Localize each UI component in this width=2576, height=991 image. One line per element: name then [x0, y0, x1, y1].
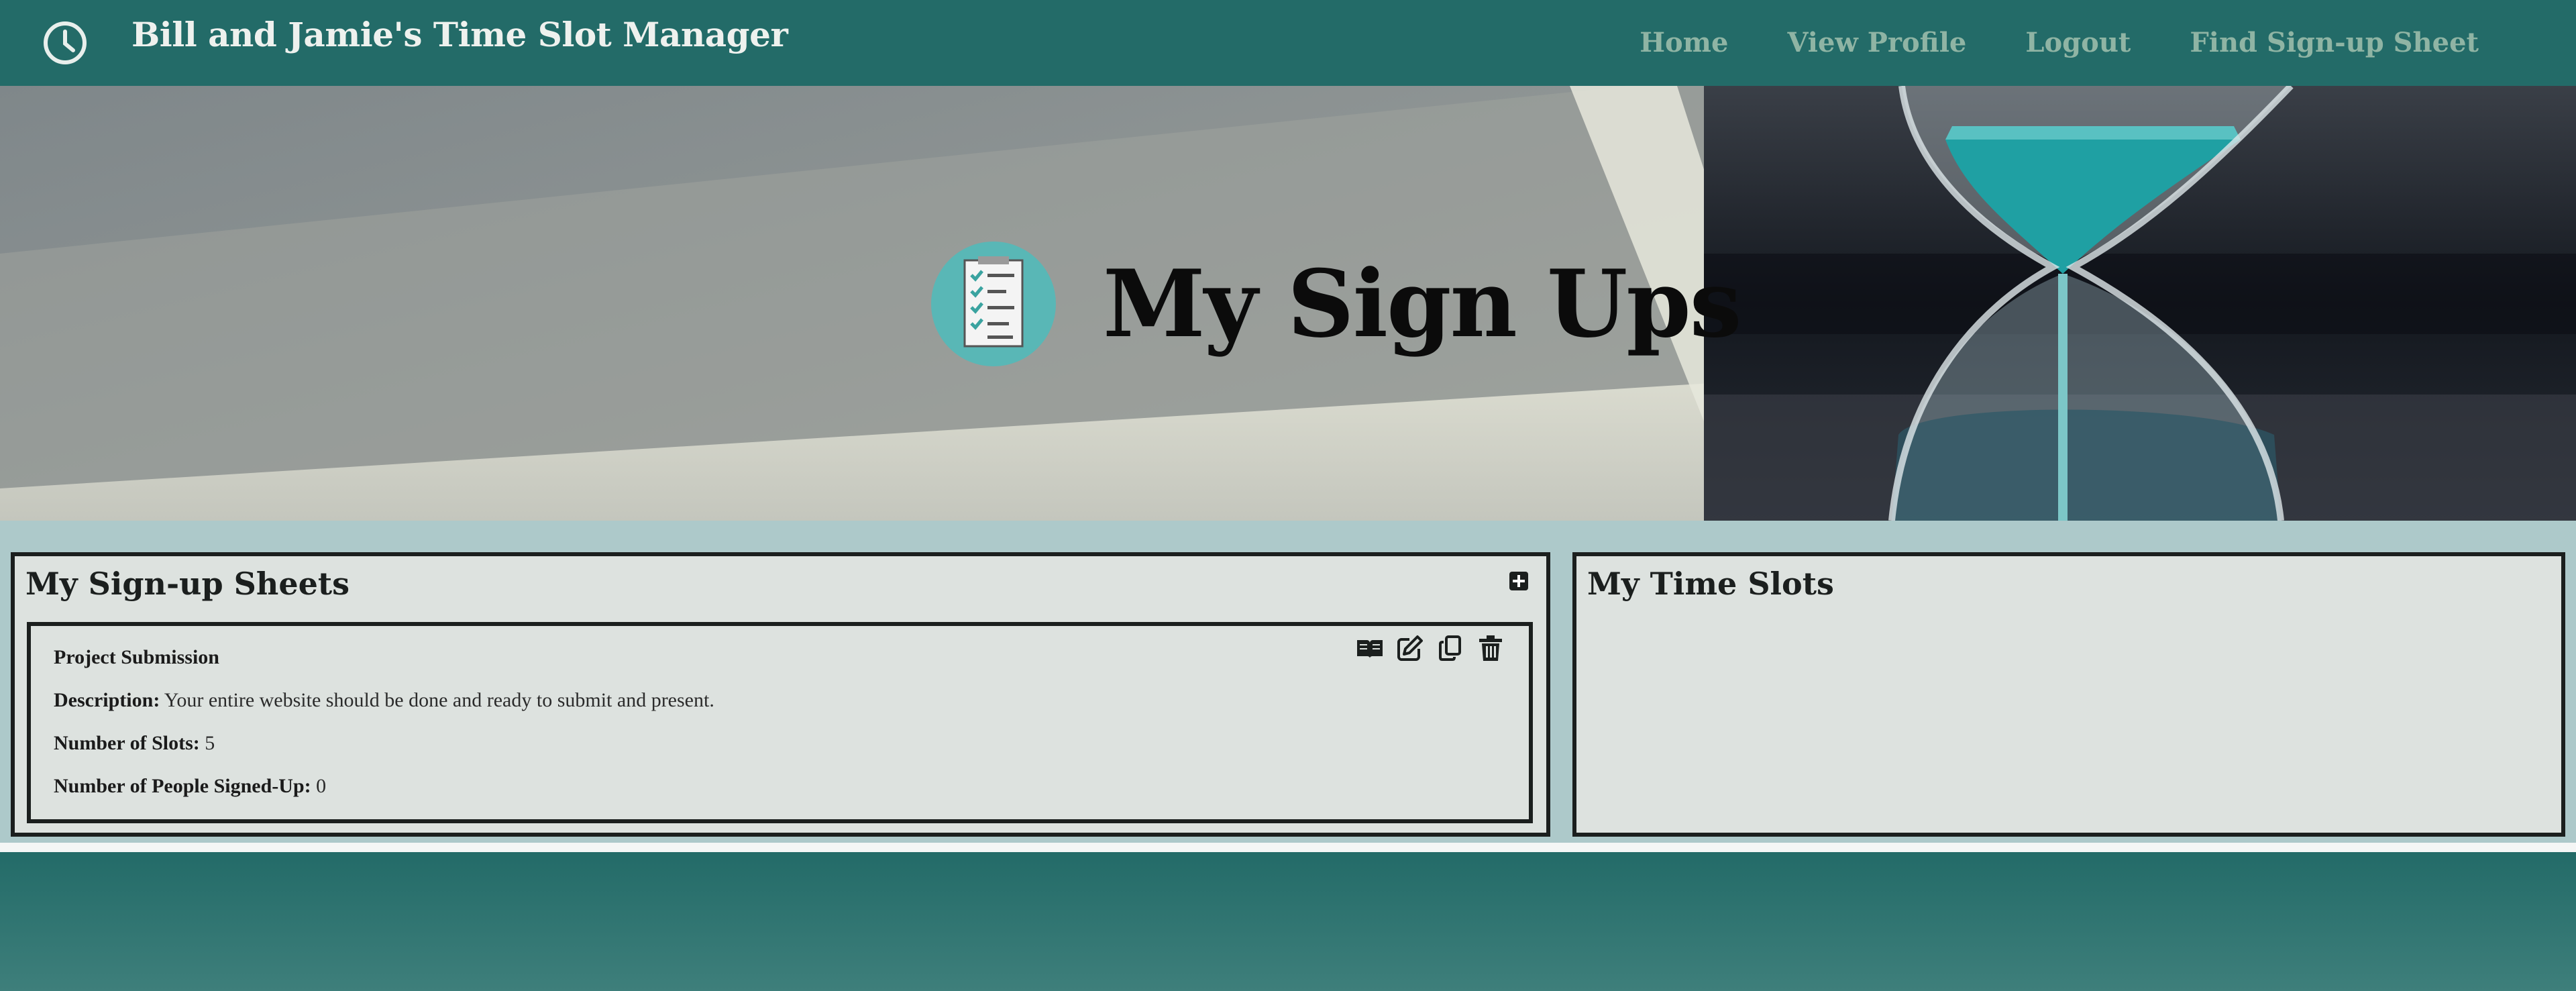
page-title: My Sign Ups	[1103, 249, 1741, 358]
sign-up-sheets-panel: My Sign-up Sheets Project Submission Des…	[11, 552, 1550, 837]
sheet-signed-up: Number of People Signed-Up: 0	[54, 775, 327, 797]
navbar: Bill and Jamie's Time Slot Manager Home …	[0, 0, 2576, 86]
hero-heading: My Sign Ups	[931, 242, 1741, 366]
time-slots-title: My Time Slots	[1587, 566, 1834, 602]
nav-view-profile-link[interactable]: View Profile	[1787, 27, 1966, 58]
hero-banner: My Sign Ups	[0, 86, 2576, 521]
footer	[0, 852, 2576, 991]
sign-up-sheets-title: My Sign-up Sheets	[25, 566, 350, 602]
copy-icon[interactable]	[1436, 634, 1464, 662]
sheet-description: Description: Your entire website should …	[54, 689, 714, 711]
edit-icon[interactable]	[1396, 634, 1424, 662]
clock-icon[interactable]	[42, 19, 89, 66]
nav-find-sheet-link[interactable]: Find Sign-up Sheet	[2190, 27, 2479, 58]
plus-square-icon[interactable]	[1509, 571, 1529, 591]
sheet-name: Project Submission	[54, 646, 219, 668]
checklist-icon	[931, 242, 1056, 366]
card-actions	[1356, 634, 1505, 662]
trash-icon[interactable]	[1477, 634, 1505, 662]
sheet-slots: Number of Slots: 5	[54, 732, 215, 754]
nav-links: Home View Profile Logout Find Sign-up Sh…	[1640, 27, 2479, 58]
book-open-icon[interactable]	[1356, 634, 1384, 662]
sign-up-sheet-card: Project Submission Description: Your ent…	[27, 622, 1533, 823]
divider	[0, 843, 2576, 852]
time-slots-panel: My Time Slots	[1572, 552, 2565, 837]
site-title[interactable]: Bill and Jamie's Time Slot Manager	[131, 15, 788, 54]
nav-home-link[interactable]: Home	[1640, 27, 1728, 58]
nav-logout-link[interactable]: Logout	[2025, 27, 2131, 58]
